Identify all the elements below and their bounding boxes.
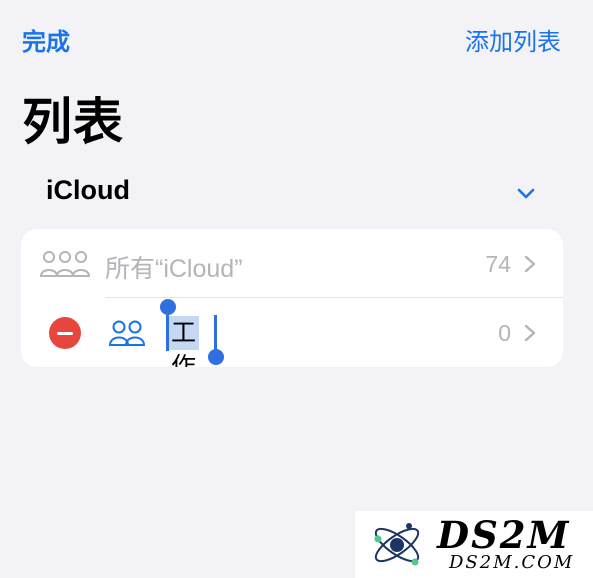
list-count-work: 0 <box>498 320 511 346</box>
add-list-button[interactable]: 添加列表 <box>465 22 561 57</box>
selected-list-name[interactable]: 工作 <box>168 316 200 367</box>
list-count-all-icloud: 74 <box>485 251 511 277</box>
list-item-work[interactable]: 工作 0 <box>21 298 563 367</box>
lists-card: 所有“iCloud” 74 工作 0 <box>21 229 563 367</box>
page-title: 列表 <box>22 94 124 150</box>
watermark-title: DS2M <box>437 513 571 557</box>
delete-list-button[interactable] <box>49 317 81 349</box>
watermark-subtitle: DS2M.COM <box>449 552 575 573</box>
section-title: iCloud <box>46 175 130 205</box>
selection-start-handle[interactable] <box>160 299 176 315</box>
chevron-right-icon <box>524 255 536 273</box>
selection-start-caret <box>166 315 169 351</box>
selection-end-handle[interactable] <box>208 349 224 365</box>
people-group-icon <box>39 251 91 277</box>
people-icon <box>108 320 146 346</box>
done-button[interactable]: 完成 <box>22 22 70 57</box>
watermark: DS2M DS2M.COM <box>355 511 593 578</box>
list-label-all-icloud: 所有“iCloud” <box>105 255 243 283</box>
selection-end-caret <box>214 315 217 351</box>
atom-logo-icon <box>374 523 420 566</box>
chevron-down-icon[interactable] <box>514 181 538 205</box>
navigation-bar: 完成 添加列表 <box>0 0 593 70</box>
chevron-right-icon <box>524 324 536 342</box>
icloud-section-header[interactable]: iCloud <box>46 175 566 209</box>
list-item-all-icloud[interactable]: 所有“iCloud” 74 <box>21 229 563 298</box>
